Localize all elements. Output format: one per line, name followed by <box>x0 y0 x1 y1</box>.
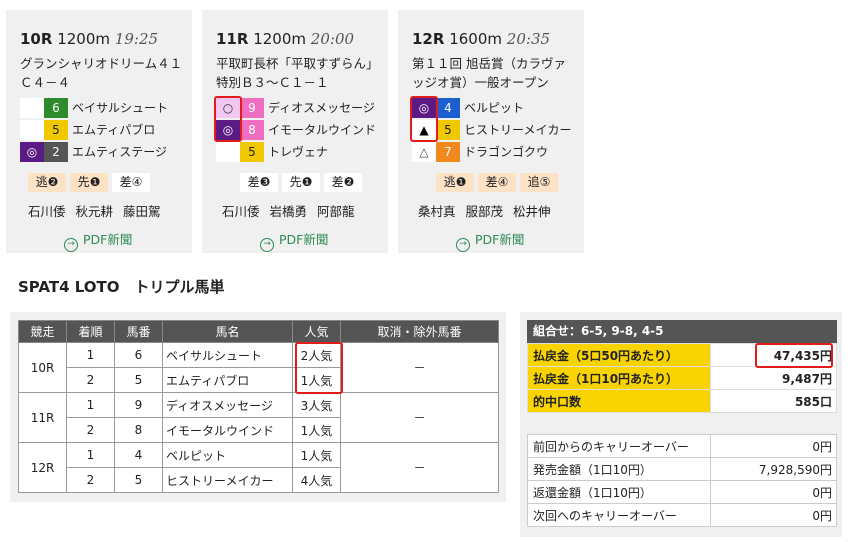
arrow-right-icon: → <box>260 238 274 252</box>
horse-number: 6 <box>44 98 68 118</box>
style-badge: 先❶ <box>282 173 320 192</box>
table-row: 払戻金（1口10円あたり） 9,487円 <box>527 366 837 390</box>
jockey-name: 服部茂 <box>465 204 504 219</box>
section-title: SPAT4 LOTO トリプル馬単 <box>18 278 225 296</box>
jockey-name: 松井伸 <box>513 204 551 219</box>
prediction-mark <box>20 98 44 118</box>
table-row: 前回からのキャリーオーバー 0円 <box>527 434 837 458</box>
race-number: 12R <box>412 30 445 48</box>
payout-highlight <box>755 343 833 368</box>
race-number: 11R <box>216 30 249 48</box>
race-distance: 1200m <box>253 30 307 48</box>
horse-name: イモータルウインド <box>268 123 377 137</box>
table-row: 次回へのキャリーオーバー 0円 <box>527 503 837 527</box>
results-panel: 競走 着順 馬番 馬名 人気 取消・除外馬番 10R 1 6 ベイサルシュート … <box>10 312 506 502</box>
results-table: 競走 着順 馬番 馬名 人気 取消・除外馬番 10R 1 6 ベイサルシュート … <box>18 320 499 493</box>
carryover-table: 前回からのキャリーオーバー 0円 発売金額（1口10円） 7,928,590円 返還… <box>527 434 837 527</box>
jockey-name: 秋元耕 <box>75 204 114 219</box>
style-badge: 差❷ <box>324 173 362 192</box>
horse-name: ベイサルシュート <box>72 101 169 115</box>
prediction-mark: △ <box>412 142 436 162</box>
jockeys: 石川倭 岩橋勇 阿部龍 <box>222 201 365 220</box>
pick-row: 5 エムティパブロ <box>20 120 190 140</box>
style-badge: 先❶ <box>70 173 108 192</box>
jockeys: 石川倭 秋元耕 藤田駕 <box>28 201 171 220</box>
popularity-highlight <box>295 342 343 394</box>
race-time: 20:00 <box>310 30 355 48</box>
horse-number: 9 <box>240 98 264 118</box>
race-time: 20:35 <box>506 30 551 48</box>
arrow-right-icon: → <box>64 238 78 252</box>
running-styles: 逃❶ 差④ 追⑤ <box>436 173 562 192</box>
jockey-name: 桑村真 <box>418 204 456 219</box>
race-card-10r: 10R 1200m 19:25 グランシャリオドリーム４１Ｃ４－４ 6 ベイサルシュー… <box>6 10 192 253</box>
pdf-newspaper-link[interactable]: → PDF新聞 <box>456 229 524 252</box>
horse-name: エムティステージ <box>72 145 168 159</box>
race-name: 第１１回 旭岳賞（カラヴァッジオ賞）一般オープン <box>412 56 566 90</box>
horse-number: 5 <box>44 120 68 140</box>
col-num: 馬番 <box>114 320 163 343</box>
jockey-name: 石川倭 <box>222 204 260 219</box>
col-race: 競走 <box>18 320 67 343</box>
horse-name: ディオスメッセージ <box>268 101 375 115</box>
race-number: 10R <box>20 30 53 48</box>
col-name: 馬名 <box>162 320 293 343</box>
horse-name: ヒストリーメイカー <box>464 123 572 137</box>
jockeys: 桑村真 服部茂 松井伸 <box>418 201 561 220</box>
horse-name: トレヴェナ <box>268 145 329 159</box>
horse-number: 4 <box>436 98 460 118</box>
style-badge: 追⑤ <box>520 173 558 192</box>
mark-highlight <box>214 96 242 142</box>
horse-number: 2 <box>44 142 68 162</box>
race-distance: 1200m <box>57 30 111 48</box>
table-row: 12R 1 4 ベルピット 1人気 － <box>18 442 499 493</box>
style-badge: 差④ <box>112 173 150 192</box>
horse-name: ドラゴンゴクウ <box>464 145 549 159</box>
horse-name: ベルピット <box>464 101 525 115</box>
style-badge: 差④ <box>478 173 516 192</box>
style-badge: 逃❶ <box>436 173 474 192</box>
race-distance: 1600m <box>449 30 503 48</box>
style-badge: 差❸ <box>240 173 278 192</box>
running-styles: 逃❷ 先❶ 差④ <box>28 173 154 192</box>
jockey-name: 石川倭 <box>28 204 66 219</box>
combination-label: 組合せ：6-5, 9-8, 4-5 <box>527 320 837 343</box>
horse-number: 5 <box>240 142 264 162</box>
pick-row: ◎ 2 エムティステージ <box>20 142 190 162</box>
table-row: 返還金額（1口10円） 0円 <box>527 480 837 504</box>
mark-highlight <box>410 96 438 142</box>
jockey-name: 阿部龍 <box>317 204 355 219</box>
prediction-mark <box>216 142 240 162</box>
race-header: 11R 1200m 20:00 <box>216 30 354 48</box>
race-name: 平取町長杯「平取すずらん」特別Ｂ３～Ｃ１－１ <box>216 56 379 90</box>
pdf-newspaper-link[interactable]: → PDF新聞 <box>260 229 328 252</box>
table-row: 的中口数 585口 <box>527 389 837 413</box>
prediction-mark <box>20 120 44 140</box>
table-row: 発売金額（1口10円） 7,928,590円 <box>527 457 837 481</box>
arrow-right-icon: → <box>456 238 470 252</box>
horse-number: 8 <box>240 120 264 140</box>
pick-row: 6 ベイサルシュート <box>20 98 190 118</box>
col-pop: 人気 <box>292 320 341 343</box>
table-row: 11R 1 9 ディオスメッセージ 3人気 － <box>18 392 499 443</box>
running-styles: 差❸ 先❶ 差❷ <box>240 173 366 192</box>
pdf-newspaper-link[interactable]: → PDF新聞 <box>64 229 132 252</box>
horse-name: エムティパブロ <box>72 123 156 137</box>
race-header: 10R 1200m 19:25 <box>20 30 158 48</box>
col-order: 着順 <box>66 320 115 343</box>
race-header: 12R 1600m 20:35 <box>412 30 550 48</box>
col-cancel: 取消・除外馬番 <box>340 320 499 343</box>
jockey-name: 岩橋勇 <box>269 204 308 219</box>
race-name: グランシャリオドリーム４１Ｃ４－４ <box>20 56 183 90</box>
style-badge: 逃❷ <box>28 173 66 192</box>
payout-panel: 組合せ：6-5, 9-8, 4-5 払戻金（5口50円あたり） 47,435円 払… <box>520 312 842 537</box>
pick-row: △ 7 ドラゴンゴクウ <box>412 142 582 162</box>
jockey-name: 藤田駕 <box>123 204 161 219</box>
pick-row: 5 トレヴェナ <box>216 142 386 162</box>
horse-number: 5 <box>436 120 460 140</box>
prediction-mark: ◎ <box>20 142 44 162</box>
race-time: 19:25 <box>114 30 159 48</box>
horse-number: 7 <box>436 142 460 162</box>
table-row: 10R 1 6 ベイサルシュート 2人気 － <box>18 342 499 393</box>
